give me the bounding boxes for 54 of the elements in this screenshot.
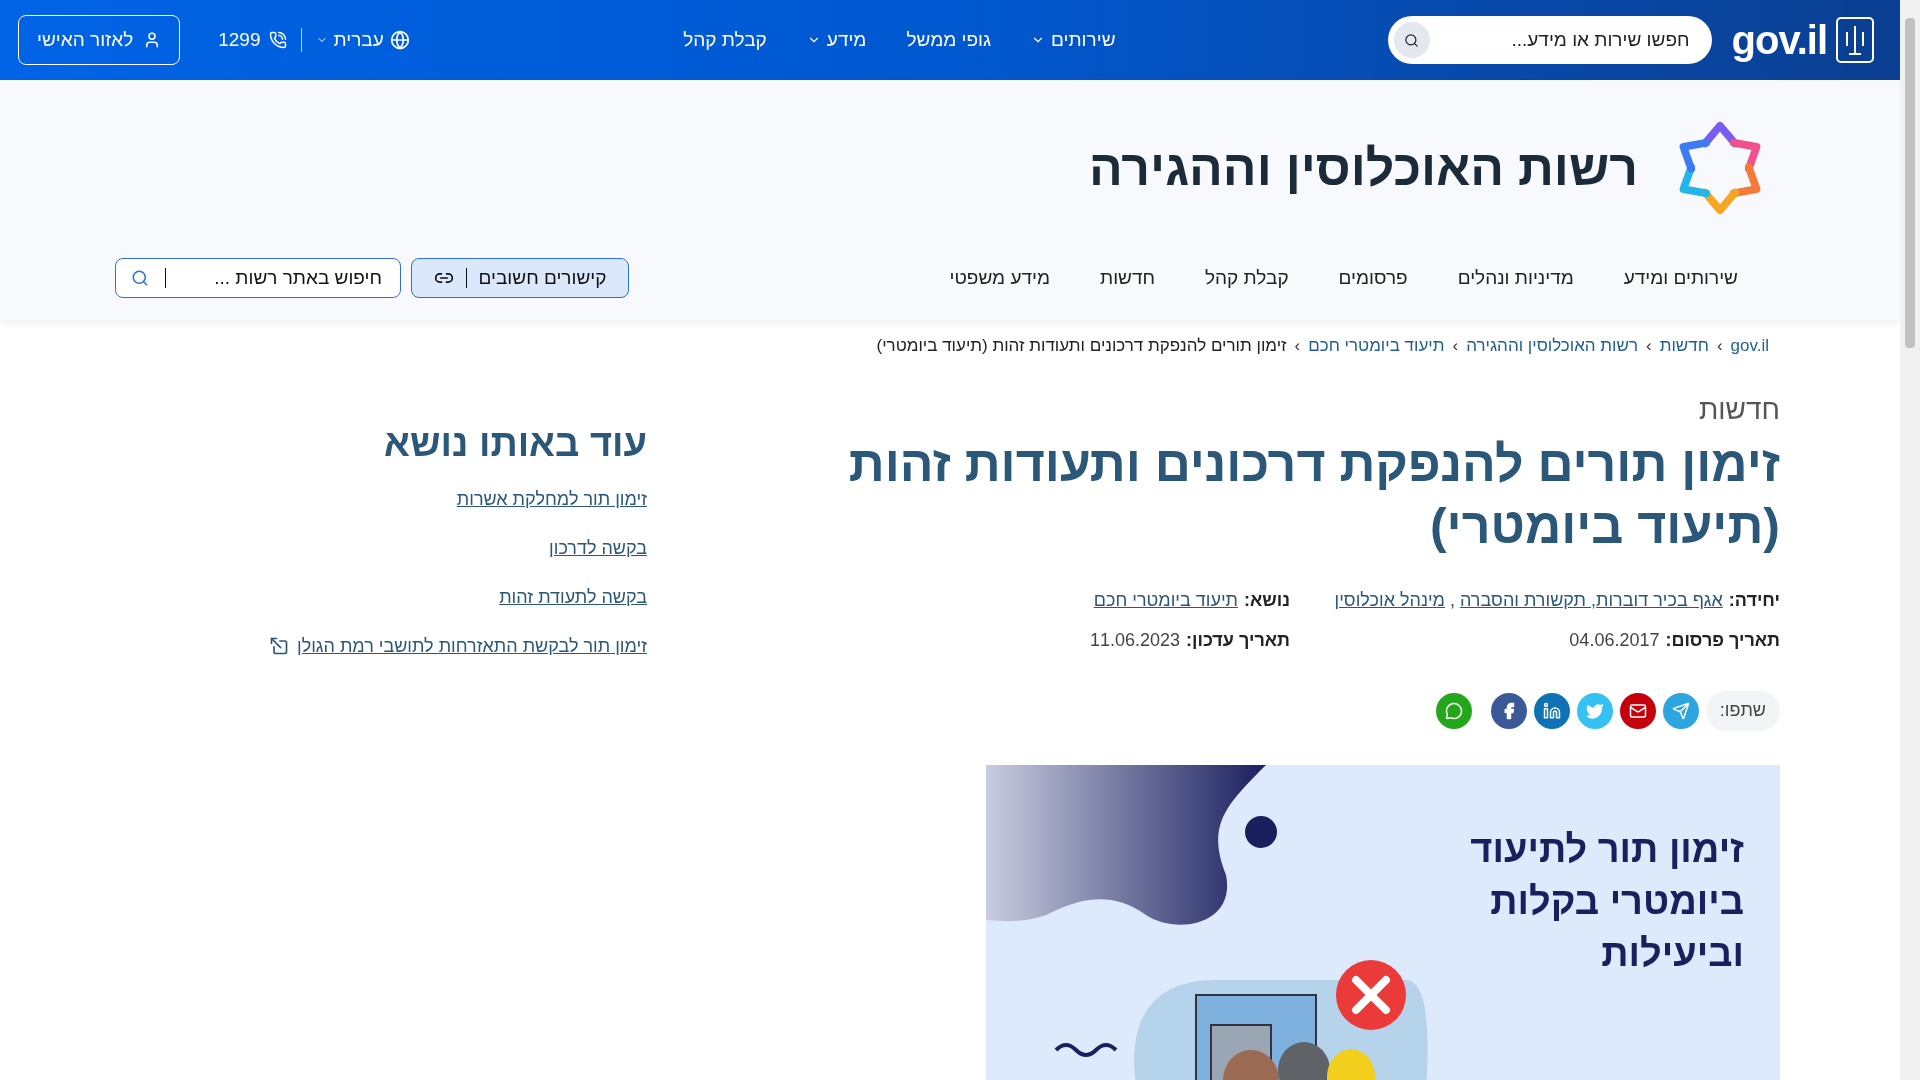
related-link[interactable]: בקשה לתעודת זהות <box>499 583 647 611</box>
important-links-button[interactable]: קישורים חשובים <box>411 258 629 298</box>
site-search-field[interactable]: חיפוש באתר רשות ... <box>115 258 401 298</box>
phone-link[interactable]: 1299 <box>218 25 287 55</box>
breadcrumb-link[interactable]: תיעוד ביומטרי חכם <box>1308 333 1445 359</box>
meta-link[interactable]: תיעוד ביומטרי חכם <box>1093 589 1239 610</box>
facebook-icon[interactable] <box>1490 692 1527 729</box>
banner-text: ביומטרי בקלות <box>1490 878 1744 924</box>
banner-text: זימון תור לתיעוד <box>1470 826 1744 872</box>
breadcrumb-link[interactable]: gov.il <box>1730 333 1769 359</box>
globe-icon <box>389 30 410 50</box>
breadcrumb-separator: › <box>1452 335 1459 357</box>
email-icon[interactable] <box>1619 692 1656 729</box>
scrollbar[interactable] <box>1900 0 1920 1080</box>
personal-area-button[interactable]: לאזור האישי <box>18 15 181 65</box>
nav-link[interactable]: שירותים <box>1031 25 1116 55</box>
share-label: שתפו: <box>1705 690 1780 731</box>
telegram-icon[interactable] <box>1662 692 1699 729</box>
breadcrumb-current-page: זימון תורים להנפקת דרכונים ותעודות זהות (תיעוד ביומטרי) <box>876 335 1287 357</box>
linkedin-icon[interactable] <box>1533 692 1570 729</box>
breadcrumb-separator: › <box>1294 335 1301 357</box>
section-nav-link[interactable]: שירותים ומידע <box>1623 263 1738 293</box>
article-category: חדשות <box>1698 392 1780 427</box>
nav-link[interactable]: קבלת קהל <box>683 25 767 55</box>
section-nav-link[interactable]: מדיניות ונהלים <box>1457 263 1574 293</box>
related-link[interactable]: בקשה לדרכון <box>549 534 647 562</box>
related-title: עוד באותו נושא <box>383 420 647 466</box>
article-title: זימון תורים להנפקת דרכונים ותעודות זהות (תיעוד ביומטרי) <box>847 434 1780 556</box>
meta-field: נושא: תיעוד ביומטרי חכם <box>1050 584 1290 615</box>
meta-link[interactable]: אגף בכיר דוברות, תקשורת והסברה <box>1460 589 1723 610</box>
phone-icon <box>268 31 287 49</box>
related-link[interactable]: זימון תור למחלקת אשרות <box>456 485 647 513</box>
breadcrumb-link[interactable]: רשות האוכלוסין וההגירה <box>1466 333 1639 359</box>
section-nav-link[interactable]: פרסומים <box>1338 263 1408 293</box>
nav-link[interactable]: גופי ממשל <box>906 25 992 55</box>
breadcrumb-separator: › <box>1646 335 1652 357</box>
meta-link[interactable]: מינהל אוכלוסין <box>1334 589 1445 610</box>
related-link[interactable]: זימון תור לבקשת התאזרחות לתושבי רמת הגולן <box>296 632 647 660</box>
gov-il-logo[interactable]: gov.il <box>1731 20 1827 60</box>
breadcrumb-link[interactable]: חדשות <box>1659 333 1709 359</box>
breadcrumb-separator: › <box>1716 335 1723 357</box>
site-title: רשות האוכלוסין וההגירה <box>1088 138 1638 198</box>
banner-text: וביעילות <box>1601 930 1744 976</box>
section-nav-link[interactable]: מידע משפטי <box>949 263 1050 293</box>
search-icon[interactable] <box>131 269 149 287</box>
emblem-icon[interactable] <box>1835 16 1875 64</box>
section-nav-link[interactable]: חדשות <box>1100 263 1155 293</box>
external-link-icon <box>268 636 289 656</box>
section-nav-link[interactable]: קבלת קהל <box>1205 263 1289 293</box>
search-field[interactable]: חפשו שירות או מידע... <box>1387 16 1712 64</box>
nav-link[interactable]: מידע <box>806 25 867 55</box>
meta-field: יחידה: אגף בכיר דוברות, תקשורת והסברה , מינהל אוכלוסין <box>1330 584 1780 615</box>
whatsapp-icon[interactable] <box>1435 692 1472 729</box>
language-selector[interactable]: עברית <box>315 25 410 55</box>
